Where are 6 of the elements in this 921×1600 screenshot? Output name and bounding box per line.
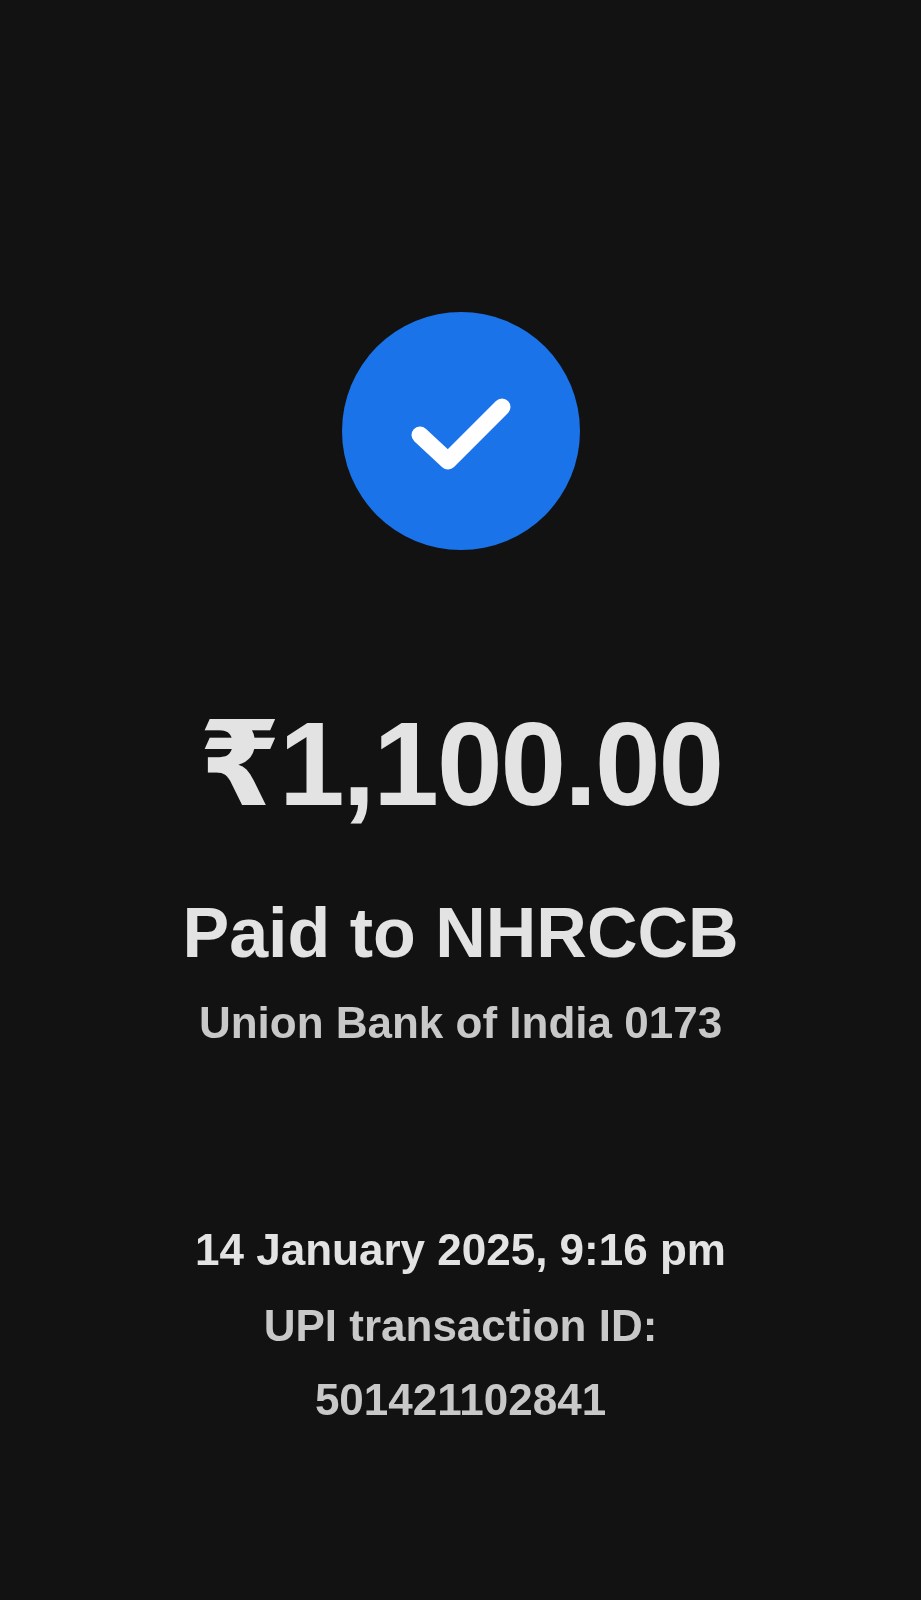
payee-name: Paid to NHRCCB <box>182 893 739 974</box>
success-check-icon <box>341 312 580 550</box>
bank-account: Union Bank of India 0173 <box>198 997 723 1049</box>
transaction-id: UPI transaction ID: 501421102841 <box>262 1300 659 1426</box>
transaction-datetime: 14 January 2025, 9:16 pm <box>195 1224 726 1276</box>
payment-amount: ₹1,100.00 <box>198 702 723 827</box>
